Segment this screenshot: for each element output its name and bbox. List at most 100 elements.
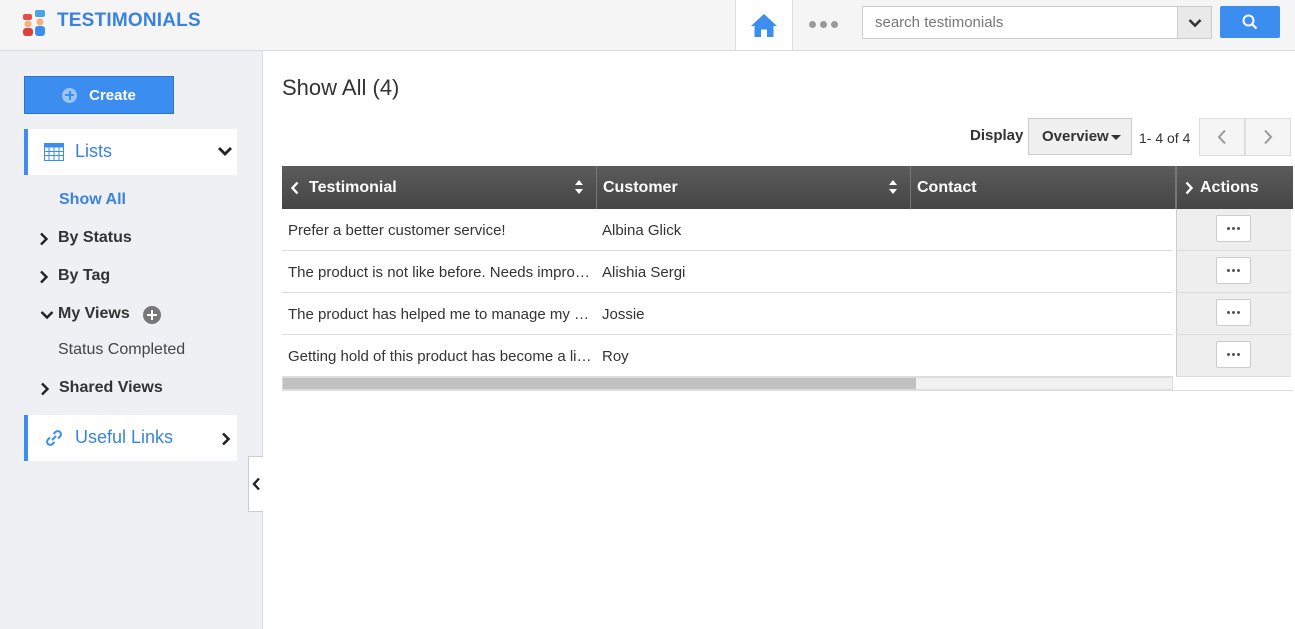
next-page-button[interactable] [1245,118,1291,156]
page-title: Show All (4) [282,75,400,100]
row-actions-button[interactable] [1216,299,1251,326]
sidebar-item-my-views[interactable]: My Views [40,305,130,323]
testimonial-cell: Prefer a better customer service! [288,222,506,239]
home-icon [751,14,777,37]
table-row[interactable]: The product has helped me to manage my b… [282,293,1173,335]
useful-links-label: Useful Links [75,427,174,447]
app-title: TESTIMONIALS [57,10,201,31]
customer-cell[interactable]: Jossie [602,306,645,323]
dot-icon [1232,227,1235,230]
sidebar-item-status-completed[interactable]: Status Completed [58,341,185,359]
chevron-down-icon [40,311,54,320]
customer-cell[interactable]: Alishia Sergi [602,264,685,281]
chevron-right-icon [40,270,49,284]
plus-circle-icon [62,87,78,103]
dot-icon [1232,311,1235,314]
dot-icon [1227,227,1230,230]
sidebar: Create Lists Show All By Status By Tag M… [0,51,263,629]
testimonial-cell: The product has helped me to manage my b… [288,306,592,323]
dot-icon [1237,311,1240,314]
actions-cell [1176,209,1291,251]
sort-icon [889,180,897,194]
search-input[interactable] [863,7,1177,38]
customer-cell[interactable]: Roy [602,348,629,365]
chevron-right-icon [1264,129,1273,145]
dot-icon [1237,353,1240,356]
sidebar-item-by-tag[interactable]: By Tag [40,267,111,285]
sidebar-item-label: Shared Views [59,379,163,396]
sidebar-item-by-status[interactable]: By Status [40,229,132,247]
caret-down-icon [1111,135,1121,140]
chevron-left-icon [251,477,260,491]
chevron-left-icon [290,181,299,194]
actions-cell [1176,293,1291,335]
table-row[interactable]: Prefer a better customer service! Albina… [282,209,1173,251]
display-mode-select[interactable]: Overview [1028,118,1132,155]
column-header-label: Customer [603,178,678,196]
dot-icon [1227,269,1230,272]
collapse-sidebar-button[interactable] [248,456,263,512]
row-actions-button[interactable] [1216,341,1251,368]
sort-icon [575,180,583,194]
dot-icon [1232,353,1235,356]
column-header-label: Contact [917,178,977,196]
chevron-right-icon [40,232,49,246]
search-button[interactable] [1220,6,1280,38]
chevron-right-icon [41,382,50,396]
column-header-label: Actions [1200,178,1259,196]
add-view-icon[interactable] [143,306,161,324]
create-button-label: Create [89,86,136,104]
dot-icon [830,20,838,28]
dot-icon [1237,227,1240,230]
dot-icon [1227,353,1230,356]
dot-icon [808,20,816,28]
dot-icon [1227,311,1230,314]
column-header-customer[interactable]: Customer [597,166,911,209]
display-mode-value: Overview [1042,128,1109,145]
chevron-right-icon [222,432,231,446]
search-dropdown-button[interactable] [1177,6,1212,39]
actions-cell [1176,251,1291,293]
table-row[interactable]: Getting hold of this product has become … [282,335,1173,377]
home-button[interactable] [735,0,793,50]
pagination-text: 1- 4 of 4 [1139,130,1191,146]
testimonial-cell: Getting hold of this product has become … [288,348,592,365]
dot-icon [1237,269,1240,272]
table-header: Testimonial Customer Contact Actions [282,166,1293,209]
sidebar-item-show-all[interactable]: Show All [59,191,126,209]
table-row[interactable]: The product is not like before. Needs im… [282,251,1173,293]
table-grid-icon [44,143,64,161]
dot-icon [819,20,827,28]
sidebar-item-label: My Views [58,305,130,322]
row-actions-button[interactable] [1216,215,1251,242]
chevron-right-icon [1185,181,1194,194]
chevron-down-icon [218,147,232,156]
column-header-label: Testimonial [309,178,397,196]
actions-cell [1176,335,1291,377]
chevron-down-icon [1188,18,1201,27]
testimonial-cell: The product is not like before. Needs im… [288,264,592,281]
column-header-actions[interactable]: Actions [1176,166,1293,209]
scrollbar-thumb[interactable] [283,378,916,389]
table-divider [282,390,1293,391]
chevron-left-icon [1217,129,1226,145]
create-button[interactable]: Create [24,76,174,114]
lists-label: Lists [75,141,113,161]
row-actions-button[interactable] [1216,257,1251,284]
more-options-button[interactable] [806,13,840,35]
useful-links-panel-header[interactable]: Useful Links [24,415,237,461]
lists-panel-header[interactable]: Lists [24,129,237,175]
dot-icon [1232,269,1235,272]
search-field-wrapper [862,6,1178,39]
search-icon [1242,14,1258,30]
column-header-contact[interactable]: Contact [911,166,1176,209]
testimonials-logo-icon [23,10,45,36]
previous-page-button[interactable] [1199,118,1245,156]
customer-cell[interactable]: Albina Glick [602,222,681,239]
sidebar-item-shared-views[interactable]: Shared Views [41,379,163,397]
horizontal-scrollbar[interactable] [282,377,1173,390]
sidebar-item-label: By Tag [58,267,111,284]
column-header-testimonial[interactable]: Testimonial [282,166,597,209]
display-label: Display [970,127,1024,144]
link-icon [46,430,62,446]
